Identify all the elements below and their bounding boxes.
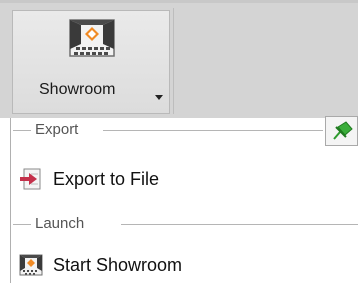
divider	[13, 224, 31, 225]
divider	[13, 130, 31, 131]
menu-item-export-to-file[interactable]: Export to File	[11, 164, 358, 194]
showroom-icon	[69, 19, 115, 57]
showroom-button-label: Showroom	[39, 81, 116, 98]
menu-item-label: Start Showroom	[53, 255, 183, 275]
pin-button[interactable]	[325, 116, 358, 146]
group-header-label: Export	[35, 121, 83, 138]
divider	[103, 130, 323, 131]
group-header-label: Launch	[35, 215, 89, 232]
showroom-icon	[19, 254, 43, 276]
showroom-ribbon-button[interactable]: Showroom	[12, 10, 170, 114]
ribbon: Showroom	[0, 0, 358, 118]
group-header-launch: Launch	[11, 214, 358, 234]
divider	[121, 224, 358, 225]
menu-item-start-showroom[interactable]: Start Showroom	[11, 250, 358, 280]
chevron-down-icon	[155, 95, 163, 100]
ribbon-top-strip	[0, 0, 358, 3]
menu-item-label: Export to File	[53, 169, 160, 189]
pin-icon	[333, 121, 353, 140]
showroom-dropdown-menu: Export Export to File Launch Start Showr…	[10, 118, 358, 283]
group-header-export: Export	[11, 120, 358, 140]
export-file-icon	[20, 168, 41, 190]
ribbon-separator	[173, 8, 174, 114]
